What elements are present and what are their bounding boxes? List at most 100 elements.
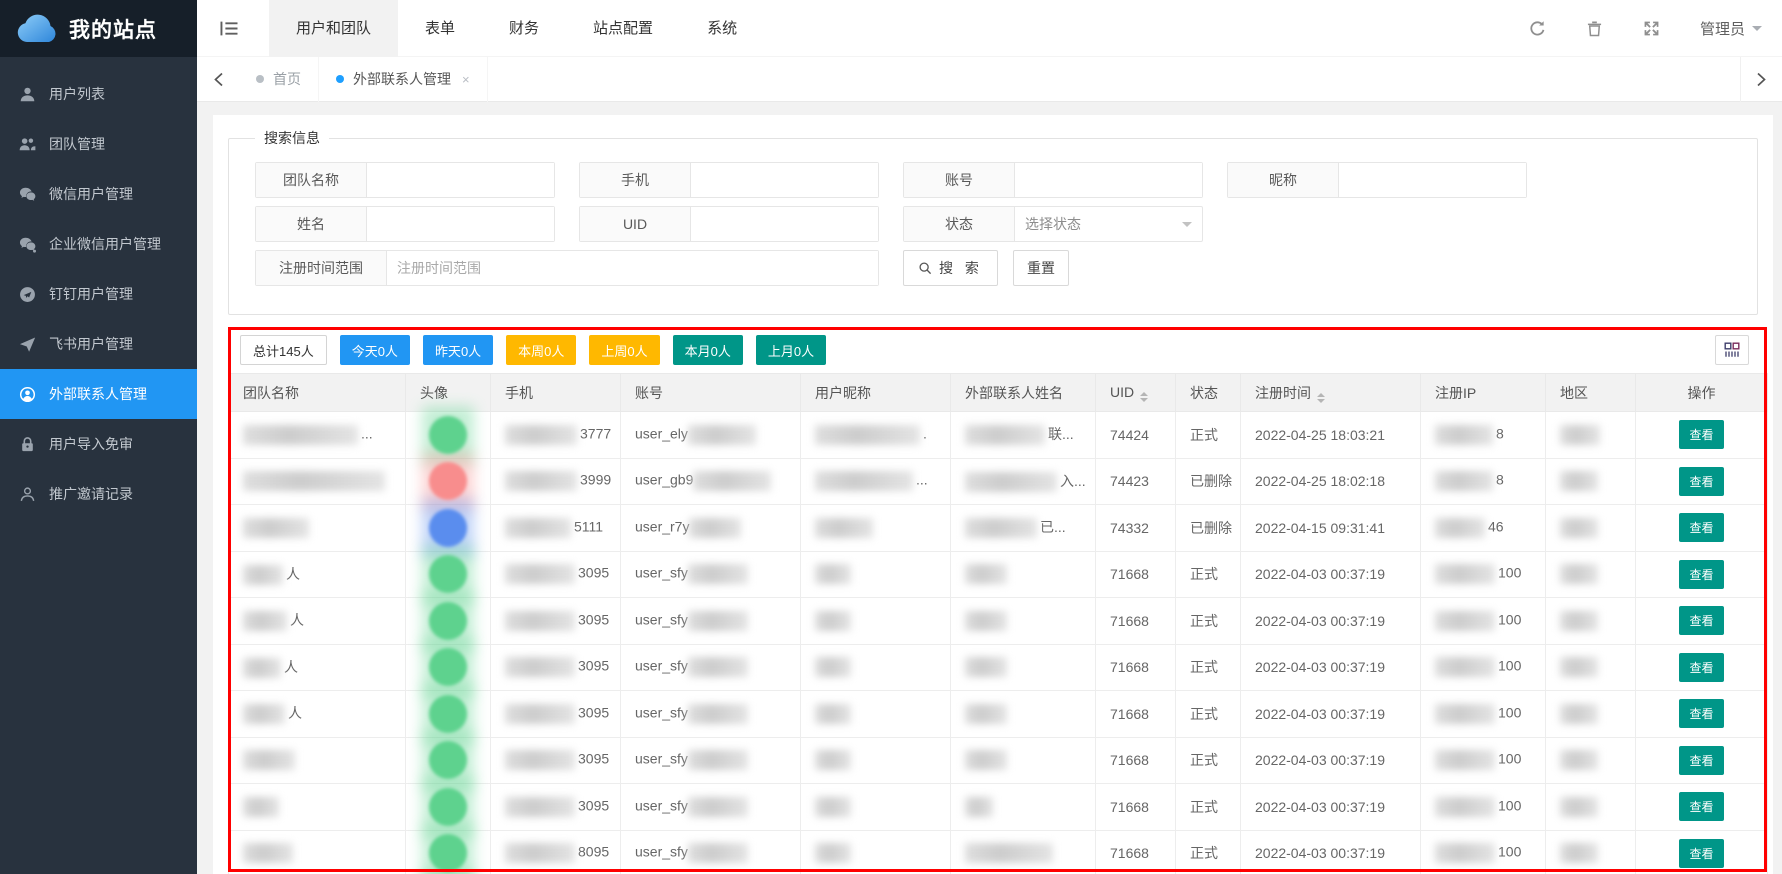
- redacted-text: [505, 564, 575, 584]
- sidebar-item-user-list[interactable]: 用户列表: [0, 69, 197, 119]
- team-name-cell: 人: [229, 644, 406, 691]
- redacted-text: [815, 471, 913, 491]
- status-cell: 正式: [1176, 691, 1241, 738]
- phone-input[interactable]: [691, 163, 878, 197]
- view-button[interactable]: 查看: [1679, 792, 1723, 821]
- stat-今天0人[interactable]: 今天0人: [340, 335, 410, 365]
- sidebar-item-wechat-users[interactable]: 微信用户管理: [0, 169, 197, 219]
- column-settings-button[interactable]: [1715, 335, 1749, 365]
- cell-text: user_ely: [635, 425, 688, 441]
- contact-name-cell: 入...: [951, 458, 1096, 505]
- sidebar-item-user-import[interactable]: 用户导入免审: [0, 419, 197, 469]
- redacted-text: [505, 425, 577, 445]
- tabs-scroll-left-icon[interactable]: [197, 57, 239, 102]
- view-button[interactable]: 查看: [1679, 560, 1723, 589]
- redacted-text: [689, 518, 741, 538]
- cell-text: 74423: [1110, 473, 1149, 489]
- status-select[interactable]: 选择状态: [1015, 207, 1202, 241]
- account-input[interactable]: [1015, 163, 1202, 197]
- cell-text: 正式: [1190, 799, 1218, 815]
- cell-text: user_sfy: [635, 704, 688, 720]
- team-name-cell: 人: [229, 598, 406, 645]
- topbar-actions: 管理员: [1529, 18, 1782, 39]
- redacted-text: [815, 611, 851, 631]
- sort-icon[interactable]: [1317, 393, 1325, 403]
- stat-上周0人[interactable]: 上周0人: [589, 335, 659, 365]
- redacted-text: [815, 704, 851, 724]
- sidebar-item-feishu-users[interactable]: 飞书用户管理: [0, 319, 197, 369]
- view-button[interactable]: 查看: [1679, 606, 1723, 635]
- view-button[interactable]: 查看: [1679, 746, 1723, 775]
- reg-ip-cell: 100: [1421, 691, 1546, 738]
- nickname-input[interactable]: [1339, 163, 1526, 197]
- sidebar-item-external-contacts[interactable]: 外部联系人管理: [0, 369, 197, 419]
- sidebar-item-team-manage[interactable]: 团队管理: [0, 119, 197, 169]
- col-header-团队名称: 团队名称: [229, 374, 406, 412]
- redacted-text: [688, 657, 748, 677]
- avatar: [429, 741, 467, 779]
- sidebar-item-invite-records[interactable]: 推广邀请记录: [0, 469, 197, 519]
- team-name-input[interactable]: [367, 163, 554, 197]
- tab-home[interactable]: 首页: [239, 57, 319, 102]
- cell-text: user_sfy: [635, 565, 688, 581]
- col-header-UID[interactable]: UID: [1096, 374, 1176, 412]
- cell-text: 正式: [1190, 613, 1218, 629]
- nickname-cell: [801, 551, 951, 598]
- status-cell: 正式: [1176, 830, 1241, 874]
- view-button[interactable]: 查看: [1679, 699, 1723, 728]
- tab-external-contacts[interactable]: 外部联系人管理 ×: [319, 57, 488, 102]
- nav-item-users-teams[interactable]: 用户和团队: [269, 0, 398, 57]
- reg-time-cell: 2022-04-03 00:37:19: [1241, 784, 1421, 831]
- contact-name-cell: [951, 691, 1096, 738]
- nav-item-site-config[interactable]: 站点配置: [566, 0, 680, 57]
- cell-text: ...: [916, 472, 928, 488]
- stat-昨天0人[interactable]: 昨天0人: [423, 335, 493, 365]
- trash-icon[interactable]: [1586, 20, 1603, 37]
- tabs-scroll-right-icon[interactable]: [1740, 57, 1782, 102]
- user-menu[interactable]: 管理员: [1700, 18, 1762, 39]
- stat-上月0人[interactable]: 上月0人: [756, 335, 826, 365]
- nav-item-system[interactable]: 系统: [680, 0, 764, 57]
- reg-time-input[interactable]: [387, 251, 878, 285]
- view-button[interactable]: 查看: [1679, 467, 1723, 496]
- tab-label: 外部联系人管理: [353, 69, 451, 89]
- stat-本月0人[interactable]: 本月0人: [673, 335, 743, 365]
- phone-cell: 3095: [491, 784, 621, 831]
- reset-button[interactable]: 重置: [1013, 250, 1069, 286]
- refresh-icon[interactable]: [1529, 20, 1546, 37]
- brand: 我的站点: [0, 0, 197, 57]
- sort-icon[interactable]: [1140, 392, 1148, 402]
- redacted-text: [1435, 518, 1485, 538]
- phone-cell: 3095: [491, 691, 621, 738]
- redacted-text: [243, 797, 279, 817]
- nav-item-finance[interactable]: 财务: [482, 0, 566, 57]
- tab-close-icon[interactable]: ×: [462, 72, 470, 87]
- nav-item-forms[interactable]: 表单: [398, 0, 482, 57]
- view-button[interactable]: 查看: [1679, 839, 1723, 868]
- redacted-text: [815, 425, 920, 445]
- view-button[interactable]: 查看: [1679, 653, 1723, 682]
- stat-本周0人[interactable]: 本周0人: [506, 335, 576, 365]
- sidebar-item-wework-users[interactable]: 企业微信用户管理: [0, 219, 197, 269]
- sidebar-item-label: 推广邀请记录: [49, 484, 133, 504]
- sidebar-item-label: 外部联系人管理: [49, 384, 147, 404]
- action-cell: 查看: [1636, 644, 1768, 691]
- sidebar-menu: 用户列表团队管理微信用户管理企业微信用户管理钉钉用户管理飞书用户管理外部联系人管…: [0, 57, 197, 519]
- cell-text: 2022-04-25 18:03:21: [1255, 427, 1385, 443]
- search-button[interactable]: 搜 索: [903, 250, 998, 286]
- stat-总计145人[interactable]: 总计145人: [240, 335, 327, 365]
- fullscreen-icon[interactable]: [1643, 20, 1660, 37]
- sidebar-item-dingtalk-users[interactable]: 钉钉用户管理: [0, 269, 197, 319]
- reg-ip-cell: 100: [1421, 598, 1546, 645]
- view-button[interactable]: 查看: [1679, 420, 1723, 449]
- cell-text: 71668: [1110, 799, 1149, 815]
- uid-input[interactable]: [691, 207, 878, 241]
- redacted-text: [815, 843, 851, 863]
- col-header-注册时间[interactable]: 注册时间: [1241, 374, 1421, 412]
- contact-name-cell: [951, 644, 1096, 691]
- name-input[interactable]: [367, 207, 554, 241]
- cell-text: 2022-04-03 00:37:19: [1255, 613, 1385, 629]
- contact-name-cell: [951, 737, 1096, 784]
- collapse-menu-icon[interactable]: [219, 20, 239, 37]
- view-button[interactable]: 查看: [1679, 513, 1723, 542]
